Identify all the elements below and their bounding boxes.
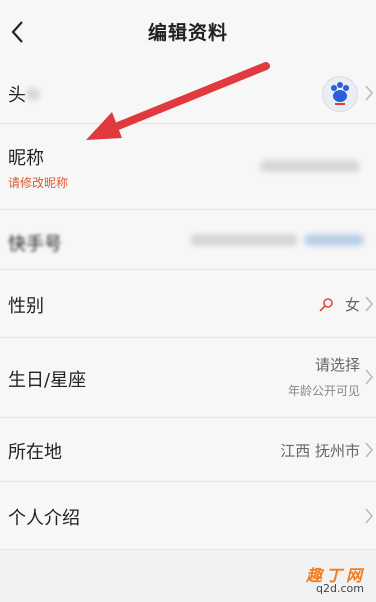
location-row[interactable]: 所在地 江西 抚州市 — [0, 418, 376, 482]
bio-row[interactable]: 个人介绍 — [0, 482, 376, 550]
birthday-row[interactable]: 生日/星座 请选择 年龄公开可见 — [0, 338, 376, 418]
bio-label: 个人介绍 — [8, 508, 80, 529]
gender-value: 女 — [344, 296, 360, 314]
chevron-right-icon — [365, 85, 374, 101]
watermark: 趣丁网 q2d.com — [300, 562, 372, 598]
birthday-value: 请选择 — [314, 356, 360, 374]
blurred-text — [26, 88, 40, 100]
avatar[interactable] — [322, 76, 358, 112]
kuaishou-id-row[interactable]: 快手号 — [0, 210, 376, 270]
location-value: 江西 抚州市 — [280, 442, 360, 460]
avatar-row[interactable]: 头 — [0, 62, 376, 124]
kuaishou-id-label: 快手号 — [8, 234, 62, 255]
chevron-right-icon — [365, 442, 374, 458]
location-label: 所在地 — [8, 442, 62, 463]
nickname-label: 昵称 — [8, 148, 44, 169]
birthday-label: 生日/星座 — [8, 370, 87, 391]
gender-label: 性别 — [8, 296, 44, 317]
avatar-label: 头 — [8, 85, 26, 106]
blurred-copy-button — [304, 234, 364, 246]
paw-icon — [331, 82, 349, 105]
chevron-right-icon — [365, 508, 374, 524]
nickname-hint: 请修改昵称 — [8, 176, 69, 190]
top-bar: 编辑资料 — [0, 0, 376, 63]
chevron-right-icon — [365, 369, 374, 385]
blurred-nickname-value — [260, 160, 360, 172]
chevron-right-icon — [365, 296, 374, 312]
birthday-sub: 年龄公开可见 — [287, 384, 360, 398]
nickname-row[interactable]: 昵称 请修改昵称 — [0, 124, 376, 210]
blurred-id-value — [190, 234, 298, 246]
female-icon — [319, 298, 333, 312]
page-title: 编辑资料 — [147, 22, 228, 44]
watermark-url: q2d.com — [316, 582, 364, 595]
gender-row[interactable]: 性别 女 — [0, 270, 376, 338]
